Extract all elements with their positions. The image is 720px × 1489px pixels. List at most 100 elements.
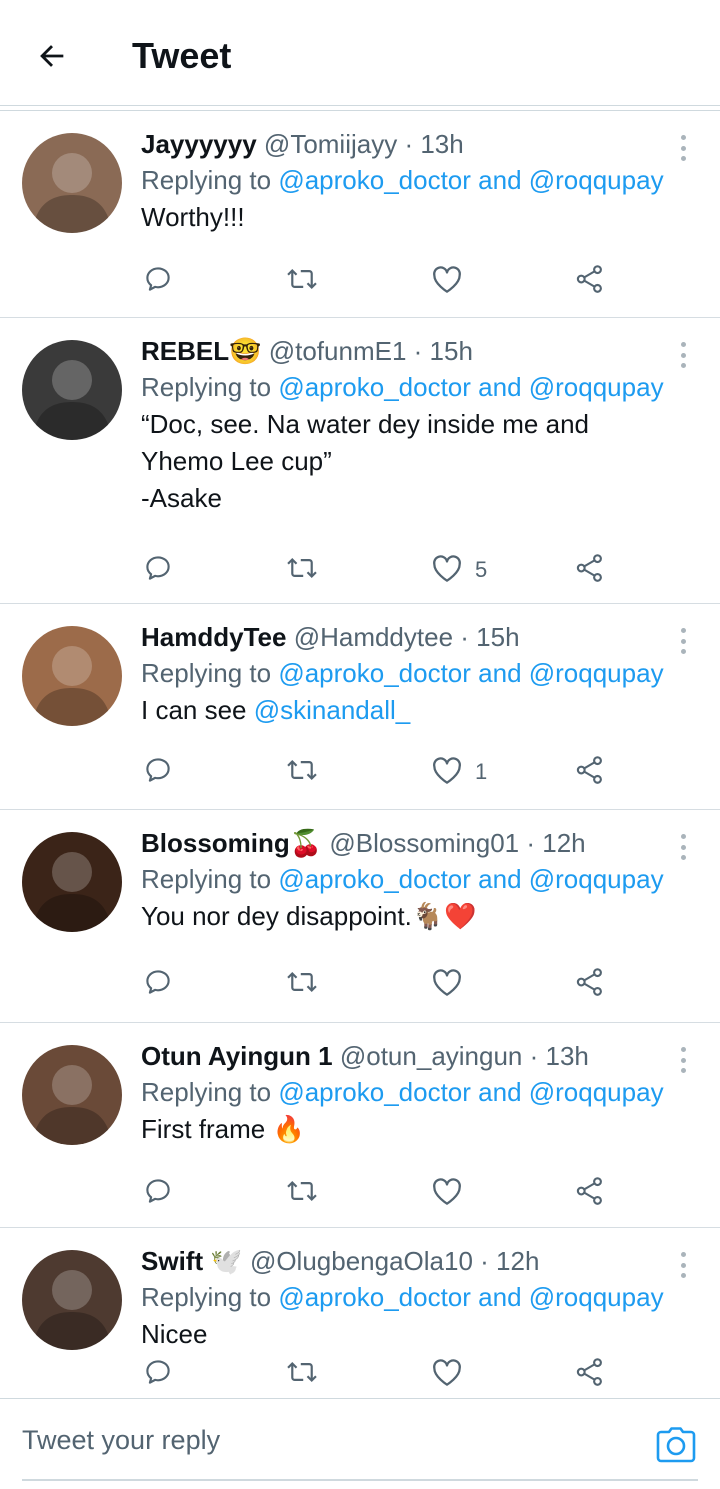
tweet-text-line: “Doc, see. Na water dey inside me and <box>141 409 589 439</box>
share-button[interactable] <box>575 550 605 590</box>
tweet-item[interactable]: REBEL🤓 @tofunmE1 · 15h Replying to @aprok… <box>0 318 720 604</box>
user-handle[interactable]: @Hamddytee <box>294 622 453 652</box>
reply-button[interactable] <box>143 261 173 301</box>
camera-button[interactable] <box>654 1423 698 1467</box>
avatar[interactable] <box>22 133 122 233</box>
more-options-button[interactable] <box>668 340 698 370</box>
replying-to-link[interactable]: @aproko_doctor and @roqqupay <box>278 864 663 894</box>
avatar[interactable] <box>22 1045 122 1145</box>
replying-to-link[interactable]: @aproko_doctor and @roqqupay <box>278 1282 663 1312</box>
reply-icon <box>143 755 173 790</box>
like-button[interactable]: 5 <box>431 550 487 590</box>
heart-icon <box>431 755 463 790</box>
separator-dot: · <box>453 622 477 652</box>
retweet-button[interactable] <box>285 1173 319 1213</box>
more-vertical-icon <box>680 342 686 347</box>
reply-icon <box>143 1176 173 1211</box>
more-options-button[interactable] <box>668 626 698 656</box>
share-button[interactable] <box>575 1173 605 1213</box>
separator-dot: · <box>522 1041 546 1071</box>
avatar[interactable] <box>22 1250 122 1350</box>
share-icon <box>575 967 605 1002</box>
share-icon <box>575 264 605 299</box>
input-underline <box>22 1479 698 1481</box>
replying-to-link[interactable]: @aproko_doctor and @roqqupay <box>278 1077 663 1107</box>
avatar[interactable] <box>22 832 122 932</box>
share-icon <box>575 755 605 790</box>
like-button[interactable] <box>431 261 475 301</box>
replying-to-link[interactable]: @aproko_doctor and @roqqupay <box>278 165 663 195</box>
retweet-icon <box>285 264 319 299</box>
like-button[interactable]: 1 <box>431 752 487 792</box>
reply-button[interactable] <box>143 752 173 792</box>
avatar[interactable] <box>22 626 122 726</box>
user-handle[interactable]: @OlugbengaOla10 <box>250 1246 473 1276</box>
display-name[interactable]: Blossoming🍒 <box>141 828 322 858</box>
reply-icon <box>143 553 173 588</box>
reply-button[interactable] <box>143 964 173 1004</box>
tweet-item[interactable]: HamddyTee @Hamddytee · 15h Replying to @a… <box>0 604 720 810</box>
tweet-item[interactable]: Blossoming🍒 @Blossoming01 · 12h Replying … <box>0 810 720 1023</box>
tweet-item[interactable]: Jayyyyyy @Tomiijayy · 13h Replying to @ap… <box>0 111 720 318</box>
retweet-button[interactable] <box>285 1354 319 1394</box>
more-vertical-icon <box>680 135 686 140</box>
retweet-button[interactable] <box>285 964 319 1004</box>
retweet-icon <box>285 553 319 588</box>
display-name[interactable]: Otun Ayingun 1 <box>141 1041 333 1071</box>
user-handle[interactable]: @tofunmE1 <box>269 336 407 366</box>
timestamp: 12h <box>542 828 586 858</box>
reply-input[interactable]: Tweet your reply <box>22 1425 220 1456</box>
replying-to: Replying to @aproko_doctor and @roqqupay <box>141 1077 664 1107</box>
display-name[interactable]: Swift 🕊️ <box>141 1246 243 1276</box>
separator-dot: · <box>406 336 430 366</box>
timestamp: 13h <box>420 129 464 159</box>
reply-list[interactable]: Jayyyyyy @Tomiijayy · 13h Replying to @ap… <box>0 111 720 1399</box>
tweet-text-line: -Asake <box>141 483 222 513</box>
reply-button[interactable] <box>143 550 173 590</box>
retweet-icon <box>285 967 319 1002</box>
replying-to: Replying to @aproko_doctor and @roqqupay <box>141 658 664 688</box>
avatar[interactable] <box>22 340 122 440</box>
user-handle[interactable]: @otun_ayingun <box>340 1041 523 1071</box>
display-name[interactable]: Jayyyyyy <box>141 129 257 159</box>
replying-to-link[interactable]: @aproko_doctor and @roqqupay <box>278 658 663 688</box>
replying-to-link[interactable]: @aproko_doctor and @roqqupay <box>278 372 663 402</box>
display-name[interactable]: HamddyTee <box>141 622 286 652</box>
reply-button[interactable] <box>143 1173 173 1213</box>
share-button[interactable] <box>575 261 605 301</box>
heart-icon <box>431 264 463 299</box>
tweet-actions: 5 <box>141 550 611 590</box>
mention-link[interactable]: @skinandall_ <box>254 695 410 725</box>
back-button[interactable] <box>30 34 74 78</box>
more-options-button[interactable] <box>668 1045 698 1075</box>
share-button[interactable] <box>575 1354 605 1394</box>
tweet-header: Swift 🕊️ @OlugbengaOla10 · 12h <box>141 1244 701 1278</box>
timestamp: 15h <box>476 622 520 652</box>
display-name[interactable]: REBEL🤓 <box>141 336 262 366</box>
more-options-button[interactable] <box>668 1250 698 1280</box>
tweet-text-line: I can see @skinandall_ <box>141 695 411 725</box>
tweet-text-line: First frame 🔥 <box>141 1114 305 1144</box>
separator-dot: · <box>519 828 543 858</box>
user-handle[interactable]: @Tomiijayy <box>264 129 397 159</box>
reply-composer: Tweet your reply <box>0 1398 720 1489</box>
like-button[interactable] <box>431 964 475 1004</box>
share-button[interactable] <box>575 752 605 792</box>
user-handle[interactable]: @Blossoming01 <box>329 828 519 858</box>
retweet-button[interactable] <box>285 752 319 792</box>
more-vertical-icon <box>680 1252 686 1257</box>
replying-to: Replying to @aproko_doctor and @roqqupay <box>141 1282 664 1312</box>
retweet-button[interactable] <box>285 261 319 301</box>
reply-button[interactable] <box>143 1354 173 1394</box>
tweet-item[interactable]: Otun Ayingun 1 @otun_ayingun · 13h Replyi… <box>0 1023 720 1228</box>
more-options-button[interactable] <box>668 133 698 163</box>
retweet-button[interactable] <box>285 550 319 590</box>
like-button[interactable] <box>431 1173 475 1213</box>
like-button[interactable] <box>431 1354 475 1394</box>
page-title: Tweet <box>132 35 232 76</box>
camera-icon <box>656 1427 696 1463</box>
more-vertical-icon <box>680 628 686 633</box>
share-button[interactable] <box>575 964 605 1004</box>
more-options-button[interactable] <box>668 832 698 862</box>
tweet-item[interactable]: Swift 🕊️ @OlugbengaOla10 · 12h Replying t… <box>0 1228 720 1399</box>
